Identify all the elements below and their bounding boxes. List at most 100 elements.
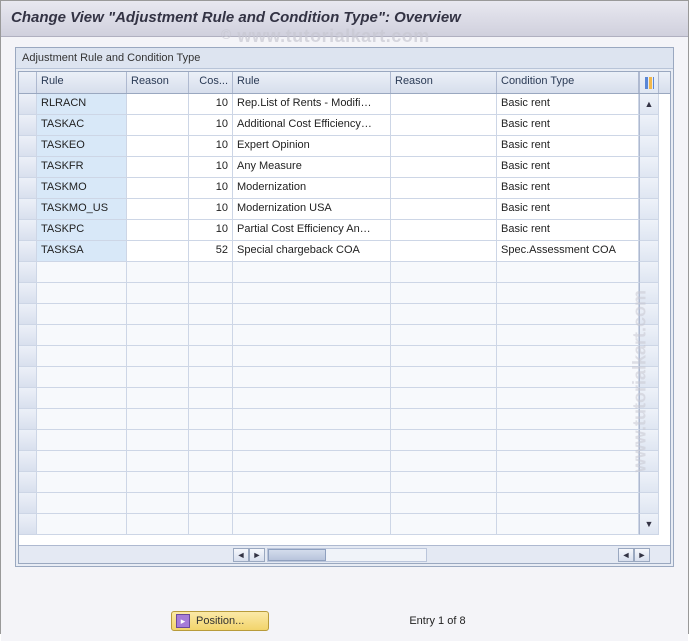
h-scroll-track-inner[interactable] bbox=[267, 548, 427, 562]
cell-rule[interactable] bbox=[37, 409, 127, 430]
cell-cond[interactable] bbox=[497, 262, 639, 283]
cell-ruledesc[interactable] bbox=[233, 451, 391, 472]
table-row[interactable]: TASKEO10Expert OpinionBasic rent bbox=[19, 136, 670, 157]
cell-rule[interactable]: TASKPC bbox=[37, 220, 127, 241]
cell-reason2[interactable] bbox=[391, 262, 497, 283]
cell-rule[interactable] bbox=[37, 325, 127, 346]
cell-reason[interactable] bbox=[127, 430, 189, 451]
cell-cos[interactable]: 10 bbox=[189, 94, 233, 115]
cell-reason2[interactable] bbox=[391, 241, 497, 262]
cell-ruledesc[interactable]: Additional Cost Efficiency… bbox=[233, 115, 391, 136]
row-handle[interactable] bbox=[19, 409, 37, 430]
row-handle[interactable] bbox=[19, 157, 37, 178]
row-handle[interactable] bbox=[19, 493, 37, 514]
h-scroll-thumb-inner[interactable] bbox=[268, 549, 326, 561]
cell-cond[interactable]: Basic rent bbox=[497, 136, 639, 157]
cell-cos[interactable]: 10 bbox=[189, 157, 233, 178]
cell-ruledesc[interactable] bbox=[233, 283, 391, 304]
cell-rule[interactable] bbox=[37, 493, 127, 514]
cell-rule[interactable] bbox=[37, 451, 127, 472]
col-header-reason2[interactable]: Reason bbox=[391, 72, 497, 93]
cell-cond[interactable]: Basic rent bbox=[497, 115, 639, 136]
cell-cos[interactable] bbox=[189, 388, 233, 409]
cell-reason2[interactable] bbox=[391, 136, 497, 157]
cell-cond[interactable]: Basic rent bbox=[497, 178, 639, 199]
row-handle[interactable] bbox=[19, 367, 37, 388]
cell-cos[interactable] bbox=[189, 430, 233, 451]
cell-cond[interactable] bbox=[497, 388, 639, 409]
table-row[interactable] bbox=[19, 346, 670, 367]
cell-cos[interactable]: 52 bbox=[189, 241, 233, 262]
cell-reason[interactable] bbox=[127, 388, 189, 409]
cell-cond[interactable] bbox=[497, 325, 639, 346]
col-header-reason[interactable]: Reason bbox=[127, 72, 189, 93]
scroll-left-outer-button[interactable]: ◄ bbox=[618, 548, 634, 562]
scroll-down-button[interactable]: ▼ bbox=[639, 514, 659, 535]
table-row[interactable] bbox=[19, 493, 670, 514]
table-row[interactable]: TASKPC10Partial Cost Efficiency An…Basic… bbox=[19, 220, 670, 241]
cell-rule[interactable]: TASKMO_US bbox=[37, 199, 127, 220]
cell-ruledesc[interactable] bbox=[233, 304, 391, 325]
cell-rule[interactable] bbox=[37, 430, 127, 451]
cell-cond[interactable] bbox=[497, 283, 639, 304]
cell-reason2[interactable] bbox=[391, 493, 497, 514]
cell-cond[interactable]: Basic rent bbox=[497, 220, 639, 241]
position-button[interactable]: ▸ Position... bbox=[171, 611, 269, 631]
cell-reason2[interactable] bbox=[391, 157, 497, 178]
cell-reason[interactable] bbox=[127, 178, 189, 199]
table-row[interactable] bbox=[19, 262, 670, 283]
cell-rule[interactable] bbox=[37, 367, 127, 388]
cell-cond[interactable]: Basic rent bbox=[497, 157, 639, 178]
cell-rule[interactable] bbox=[37, 283, 127, 304]
cell-ruledesc[interactable]: Rep.List of Rents - Modifi… bbox=[233, 94, 391, 115]
col-header-cos[interactable]: Cos... bbox=[189, 72, 233, 93]
col-header-rule[interactable]: Rule bbox=[37, 72, 127, 93]
cell-reason2[interactable] bbox=[391, 388, 497, 409]
cell-reason[interactable] bbox=[127, 493, 189, 514]
cell-reason[interactable] bbox=[127, 157, 189, 178]
cell-ruledesc[interactable] bbox=[233, 262, 391, 283]
cell-reason[interactable] bbox=[127, 514, 189, 535]
cell-cos[interactable] bbox=[189, 514, 233, 535]
cell-rule[interactable]: TASKFR bbox=[37, 157, 127, 178]
cell-reason[interactable] bbox=[127, 220, 189, 241]
cell-cos[interactable] bbox=[189, 451, 233, 472]
row-handle[interactable] bbox=[19, 346, 37, 367]
cell-ruledesc[interactable] bbox=[233, 472, 391, 493]
cell-rule[interactable] bbox=[37, 514, 127, 535]
table-row[interactable] bbox=[19, 430, 670, 451]
row-handle[interactable] bbox=[19, 94, 37, 115]
cell-reason[interactable] bbox=[127, 115, 189, 136]
table-row[interactable]: TASKAC10Additional Cost Efficiency…Basic… bbox=[19, 115, 670, 136]
cell-ruledesc[interactable] bbox=[233, 346, 391, 367]
cell-rule[interactable]: TASKSA bbox=[37, 241, 127, 262]
cell-ruledesc[interactable] bbox=[233, 493, 391, 514]
cell-reason[interactable] bbox=[127, 199, 189, 220]
cell-reason2[interactable] bbox=[391, 409, 497, 430]
cell-reason[interactable] bbox=[127, 136, 189, 157]
cell-cos[interactable] bbox=[189, 493, 233, 514]
cell-reason[interactable] bbox=[127, 409, 189, 430]
cell-cos[interactable] bbox=[189, 304, 233, 325]
scroll-left-inner-button[interactable]: ◄ bbox=[233, 548, 249, 562]
row-handle[interactable] bbox=[19, 241, 37, 262]
row-handle[interactable] bbox=[19, 514, 37, 535]
table-row[interactable] bbox=[19, 367, 670, 388]
cell-cond[interactable]: Basic rent bbox=[497, 199, 639, 220]
cell-reason2[interactable] bbox=[391, 514, 497, 535]
cell-reason2[interactable] bbox=[391, 199, 497, 220]
table-row[interactable] bbox=[19, 325, 670, 346]
cell-reason2[interactable] bbox=[391, 178, 497, 199]
row-handle[interactable] bbox=[19, 220, 37, 241]
cell-cos[interactable] bbox=[189, 367, 233, 388]
cell-reason[interactable] bbox=[127, 451, 189, 472]
cell-reason2[interactable] bbox=[391, 346, 497, 367]
cell-reason2[interactable] bbox=[391, 472, 497, 493]
cell-reason2[interactable] bbox=[391, 325, 497, 346]
config-columns-icon[interactable] bbox=[639, 72, 659, 93]
table-row[interactable] bbox=[19, 283, 670, 304]
cell-cond[interactable] bbox=[497, 493, 639, 514]
row-handle[interactable] bbox=[19, 325, 37, 346]
table-row[interactable] bbox=[19, 409, 670, 430]
table-row[interactable] bbox=[19, 451, 670, 472]
